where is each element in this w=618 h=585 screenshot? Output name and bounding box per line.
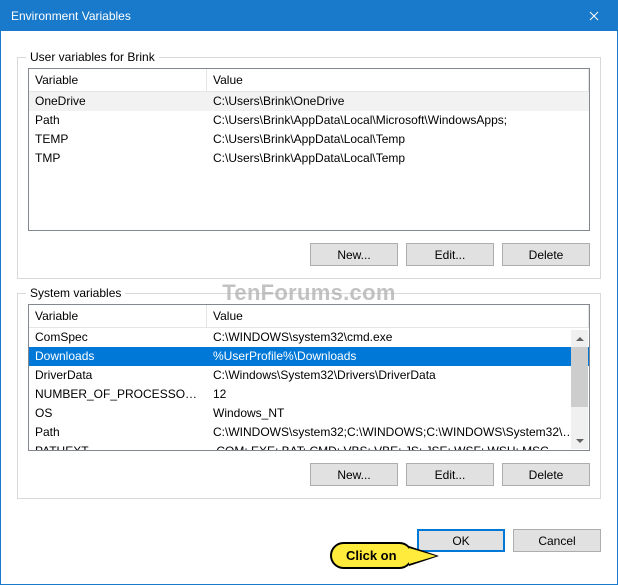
scroll-thumb[interactable] xyxy=(571,347,588,407)
user-variables-group: User variables for Brink Variable Value … xyxy=(17,57,601,279)
scroll-track[interactable] xyxy=(571,347,588,432)
system-delete-button[interactable]: Delete xyxy=(502,463,590,486)
close-icon xyxy=(589,11,599,21)
cell-value: 12 xyxy=(207,386,589,403)
table-row[interactable]: PATHEXT.COM;.EXE;.BAT;.CMD;.VBS;.VBE;.JS… xyxy=(29,442,589,450)
titlebar[interactable]: Environment Variables xyxy=(1,1,617,31)
cell-value: C:\Users\Brink\AppData\Local\Temp xyxy=(207,150,589,167)
cell-variable: TEMP xyxy=(29,131,207,148)
cell-variable: Path xyxy=(29,424,207,441)
cell-variable: Path xyxy=(29,112,207,129)
system-variables-legend: System variables xyxy=(26,286,125,300)
system-variables-list[interactable]: Variable Value ComSpecC:\WINDOWS\system3… xyxy=(28,304,590,451)
list-header: Variable Value xyxy=(29,305,589,328)
cell-variable: DriverData xyxy=(29,367,207,384)
user-variables-legend: User variables for Brink xyxy=(26,50,159,64)
table-row[interactable]: PathC:\Users\Brink\AppData\Local\Microso… xyxy=(29,111,589,130)
col-header-variable[interactable]: Variable xyxy=(29,69,207,91)
user-delete-button[interactable]: Delete xyxy=(502,243,590,266)
cell-value: .COM;.EXE;.BAT;.CMD;.VBS;.VBE;.JS;.JSE;.… xyxy=(207,443,589,450)
cell-variable: TMP xyxy=(29,150,207,167)
cancel-button[interactable]: Cancel xyxy=(513,529,601,552)
system-new-button[interactable]: New... xyxy=(310,463,398,486)
cell-value: Windows_NT xyxy=(207,405,589,422)
cell-variable: NUMBER_OF_PROCESSORS xyxy=(29,386,207,403)
cell-value: C:\WINDOWS\system32;C:\WINDOWS;C:\WINDOW… xyxy=(207,424,589,441)
user-new-button[interactable]: New... xyxy=(310,243,398,266)
list-header: Variable Value xyxy=(29,69,589,92)
cell-value: %UserProfile%\Downloads xyxy=(207,348,589,365)
col-header-value[interactable]: Value xyxy=(207,69,589,91)
cell-variable: OS xyxy=(29,405,207,422)
cell-variable: OneDrive xyxy=(29,93,207,110)
cell-value: C:\WINDOWS\system32\cmd.exe xyxy=(207,329,589,346)
window-title: Environment Variables xyxy=(11,9,571,23)
cell-variable: Downloads xyxy=(29,348,207,365)
table-row[interactable]: DriverDataC:\Windows\System32\Drivers\Dr… xyxy=(29,366,589,385)
table-row[interactable]: OneDriveC:\Users\Brink\OneDrive xyxy=(29,92,589,111)
system-edit-button[interactable]: Edit... xyxy=(406,463,494,486)
cell-variable: ComSpec xyxy=(29,329,207,346)
scroll-up-icon[interactable] xyxy=(571,330,588,347)
scroll-down-icon[interactable] xyxy=(571,432,588,449)
table-row[interactable]: TEMPC:\Users\Brink\AppData\Local\Temp xyxy=(29,130,589,149)
system-variables-group: System variables Variable Value ComSpecC… xyxy=(17,293,601,499)
cell-value: C:\Users\Brink\AppData\Local\Microsoft\W… xyxy=(207,112,589,129)
cell-value: C:\Users\Brink\AppData\Local\Temp xyxy=(207,131,589,148)
table-row[interactable]: TMPC:\Users\Brink\AppData\Local\Temp xyxy=(29,149,589,168)
table-row[interactable]: PathC:\WINDOWS\system32;C:\WINDOWS;C:\WI… xyxy=(29,423,589,442)
table-row[interactable]: NUMBER_OF_PROCESSORS12 xyxy=(29,385,589,404)
cell-value: C:\Users\Brink\OneDrive xyxy=(207,93,589,110)
close-button[interactable] xyxy=(571,1,617,31)
cell-value: C:\Windows\System32\Drivers\DriverData xyxy=(207,367,589,384)
user-edit-button[interactable]: Edit... xyxy=(406,243,494,266)
col-header-variable[interactable]: Variable xyxy=(29,305,207,327)
ok-button[interactable]: OK xyxy=(417,529,505,552)
user-variables-list[interactable]: Variable Value OneDriveC:\Users\Brink\On… xyxy=(28,68,590,231)
cell-variable: PATHEXT xyxy=(29,443,207,450)
col-header-value[interactable]: Value xyxy=(207,305,589,327)
table-row[interactable]: ComSpecC:\WINDOWS\system32\cmd.exe xyxy=(29,328,589,347)
table-row[interactable]: Downloads%UserProfile%\Downloads xyxy=(29,347,589,366)
scrollbar[interactable] xyxy=(571,330,588,449)
table-row[interactable]: OSWindows_NT xyxy=(29,404,589,423)
